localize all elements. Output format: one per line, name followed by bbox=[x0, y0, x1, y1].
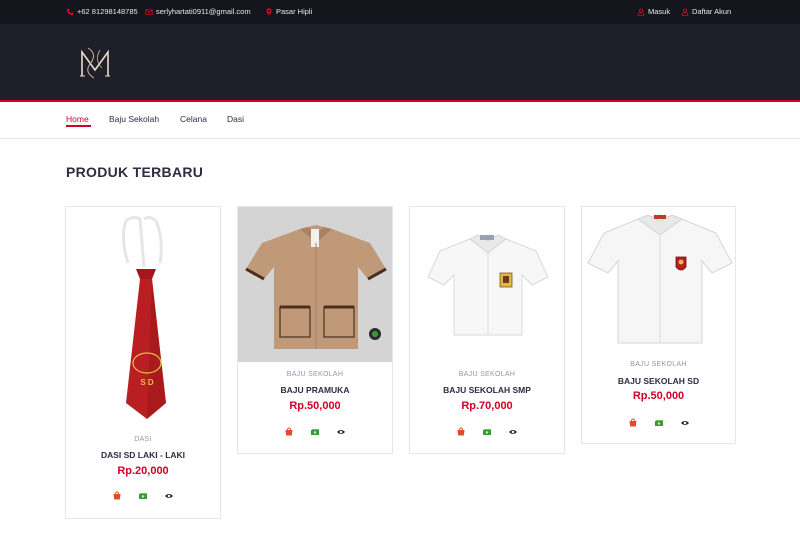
user-icon bbox=[637, 8, 645, 16]
product-actions bbox=[238, 427, 392, 437]
product-name[interactable]: DASI SD LAKI - LAKI bbox=[66, 450, 220, 460]
product-image[interactable]: S D bbox=[66, 207, 220, 423]
email-text: serlyhartati0911@gmail.com bbox=[156, 7, 251, 16]
login-link[interactable]: Masuk bbox=[637, 0, 670, 24]
register-link[interactable]: Daftar Akun bbox=[681, 0, 731, 24]
eye-icon[interactable] bbox=[336, 427, 346, 437]
top-bar: +62 81298148785 serlyhartati0911@gmail.c… bbox=[0, 0, 800, 24]
cart-icon[interactable] bbox=[456, 427, 466, 437]
product-category: BAJU SEKOLAH bbox=[458, 371, 516, 378]
product-category: BAJU SEKOLAH bbox=[286, 371, 344, 378]
nav-active-indicator bbox=[66, 125, 91, 127]
user-icon bbox=[681, 8, 689, 16]
product-card[interactable]: BAJU SEKOLAH BAJU SEKOLAH SMP Rp.70,000 bbox=[409, 206, 565, 454]
phone-icon bbox=[66, 8, 74, 16]
product-category: BAJU SEKOLAH bbox=[630, 361, 687, 368]
eye-icon[interactable] bbox=[508, 427, 518, 437]
product-card[interactable]: S D DASI DASI SD LAKI - LAKI Rp.20,000 bbox=[65, 206, 221, 519]
product-name[interactable]: BAJU SEKOLAH SD bbox=[582, 376, 735, 386]
product-price: Rp.70,000 bbox=[461, 400, 513, 412]
location-contact[interactable]: Pasar Hipli bbox=[265, 0, 312, 24]
email-contact[interactable]: serlyhartati0911@gmail.com bbox=[145, 0, 251, 24]
envelope-icon bbox=[145, 8, 153, 16]
product-image[interactable] bbox=[582, 207, 735, 352]
svg-text:S D: S D bbox=[140, 378, 154, 387]
product-actions bbox=[66, 491, 220, 501]
nav-item-celana[interactable]: Celana bbox=[180, 114, 207, 124]
product-image[interactable] bbox=[410, 207, 564, 362]
phone-text: +62 81298148785 bbox=[77, 7, 138, 16]
product-name[interactable]: BAJU SEKOLAH SMP bbox=[410, 385, 564, 395]
brand-logo[interactable] bbox=[78, 44, 112, 80]
product-price: Rp.50,000 bbox=[632, 390, 685, 402]
money-icon[interactable] bbox=[654, 418, 664, 428]
cart-icon[interactable] bbox=[628, 418, 638, 428]
phone-contact[interactable]: +62 81298148785 bbox=[66, 0, 138, 24]
product-card[interactable]: BAJU SEKOLAH BAJU SEKOLAH SD Rp.50,000 bbox=[581, 206, 736, 444]
header bbox=[0, 24, 800, 100]
login-label: Masuk bbox=[648, 7, 671, 16]
product-name[interactable]: BAJU PRAMUKA bbox=[238, 385, 392, 395]
money-icon[interactable] bbox=[138, 491, 148, 501]
money-icon[interactable] bbox=[310, 427, 320, 437]
product-actions bbox=[410, 427, 564, 437]
nav-item-baju-sekolah[interactable]: Baju Sekolah bbox=[109, 114, 159, 124]
nav-item-home[interactable]: Home bbox=[66, 114, 89, 124]
location-text: Pasar Hipli bbox=[276, 7, 313, 16]
money-icon[interactable] bbox=[482, 427, 492, 437]
product-image[interactable] bbox=[238, 207, 392, 362]
product-actions bbox=[582, 418, 735, 428]
product-card[interactable]: BAJU SEKOLAH BAJU PRAMUKA Rp.50,000 bbox=[237, 206, 393, 454]
product-category: DASI bbox=[134, 436, 152, 443]
product-price: Rp.20,000 bbox=[117, 465, 169, 477]
eye-icon[interactable] bbox=[164, 491, 174, 501]
cart-icon[interactable] bbox=[284, 427, 294, 437]
map-marker-icon bbox=[265, 8, 273, 16]
section-title: PRODUK TERBARU bbox=[66, 164, 204, 180]
eye-icon[interactable] bbox=[680, 418, 690, 428]
cart-icon[interactable] bbox=[112, 491, 122, 501]
product-price: Rp.50,000 bbox=[289, 400, 341, 412]
register-label: Daftar Akun bbox=[692, 7, 732, 16]
nav-item-dasi[interactable]: Dasi bbox=[227, 114, 244, 124]
